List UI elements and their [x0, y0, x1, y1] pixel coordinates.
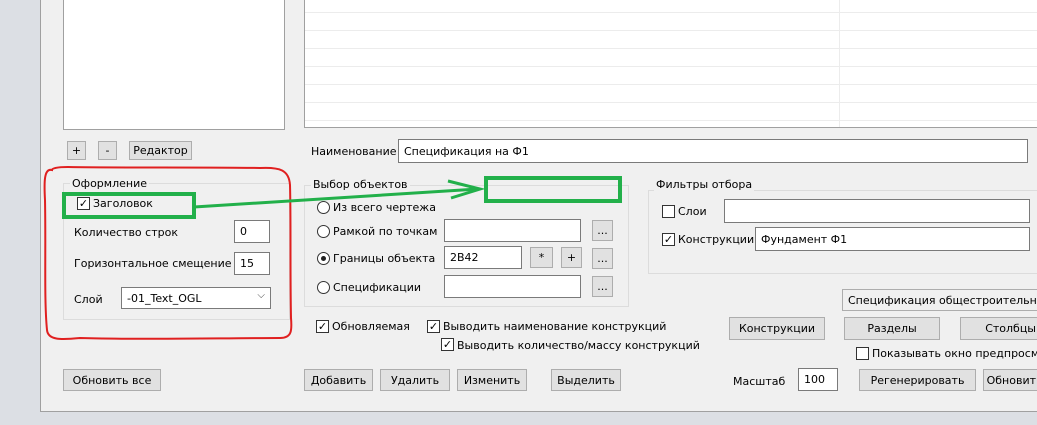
spec-type-dropdown[interactable]: Спецификация общестроительная [842, 289, 1037, 311]
radio-frame-points-label: Рамкой по точкам [333, 225, 438, 238]
show-name-checkbox-label: Выводить наименование конструкций [443, 320, 667, 333]
show-name-checkbox[interactable]: ✓ [427, 320, 440, 333]
bounds-star-button[interactable]: * [530, 247, 553, 268]
layer-select[interactable]: -01_Text_OGL ⌵ [121, 287, 271, 309]
delete-button[interactable]: Удалить [380, 369, 450, 391]
spec-list[interactable] [63, 0, 285, 130]
rows-input[interactable]: 0 [234, 220, 270, 243]
chevron-down-icon: ⌵ [257, 290, 265, 301]
constructions-checkbox-label: Конструкции [678, 233, 755, 246]
updatable-checkbox-label: Обновляемая [332, 320, 410, 333]
show-preview-checkbox[interactable] [856, 347, 869, 360]
show-qty-checkbox[interactable]: ✓ [441, 338, 454, 351]
header-checkbox[interactable]: ✓ [77, 197, 90, 210]
update-all-button[interactable]: Обновить все [63, 369, 161, 391]
spec-grid[interactable] [304, 0, 1037, 128]
columns-button[interactable]: Столбцы [960, 317, 1037, 340]
name-input[interactable]: Спецификация на Ф1 [398, 139, 1028, 163]
radio-whole-drawing[interactable] [317, 201, 330, 214]
radio-object-bounds-label: Границы объекта [333, 252, 436, 265]
update-button[interactable]: Обновит [983, 369, 1037, 391]
layers-checkbox-label: Слои [678, 205, 707, 218]
object-bounds-input[interactable]: 2B42 [444, 246, 522, 269]
editor-button[interactable]: Редактор [129, 141, 192, 160]
scale-label: Масштаб [733, 375, 786, 388]
updatable-checkbox[interactable]: ✓ [316, 320, 329, 333]
frame-points-browse-button[interactable]: ... [592, 220, 613, 241]
radio-object-bounds[interactable] [317, 252, 330, 265]
spec-window: + - Редактор Оформление ✓ Заголовок Коли… [40, 0, 1037, 412]
radio-frame-points[interactable] [317, 225, 330, 238]
scale-input[interactable]: 100 [798, 368, 838, 391]
radio-whole-drawing-label: Из всего чертежа [333, 201, 436, 214]
hoffset-label: Горизонтальное смещение [74, 257, 232, 270]
layer-select-value: -01_Text_OGL [127, 291, 202, 305]
layer-label: Слой [74, 293, 103, 306]
filters-group-title: Фильтры отбора [654, 178, 755, 191]
header-checkbox-label: Заголовок [93, 197, 153, 210]
design-group-title: Оформление [70, 177, 149, 190]
hoffset-input[interactable]: 15 [234, 252, 270, 275]
show-preview-checkbox-label: Показывать окно предпросмот [872, 347, 1037, 360]
regenerate-button[interactable]: Регенерировать [859, 369, 976, 391]
specifications-input[interactable] [444, 275, 581, 298]
edit-button[interactable]: Изменить [457, 369, 527, 391]
add-item-button[interactable]: + [67, 141, 86, 160]
constructions-checkbox[interactable]: ✓ [662, 233, 675, 246]
rows-label: Количество строк [74, 226, 178, 239]
sections-button[interactable]: Разделы [844, 317, 940, 340]
selection-group-title: Выбор объектов [311, 178, 410, 191]
radio-specifications[interactable] [317, 281, 330, 294]
radio-specifications-label: Спецификации [333, 281, 421, 294]
remove-item-button[interactable]: - [98, 141, 117, 160]
constructions-input[interactable]: Фундамент Ф1 [755, 227, 1030, 251]
constructions-button[interactable]: Конструкции [729, 317, 825, 340]
bounds-add-button[interactable]: + [561, 247, 582, 268]
layers-input[interactable] [724, 199, 1030, 223]
add-button[interactable]: Добавить [304, 369, 373, 391]
layers-checkbox[interactable] [662, 205, 675, 218]
name-label: Наименование [311, 145, 397, 158]
bounds-browse-button[interactable]: ... [592, 248, 613, 269]
specifications-browse-button[interactable]: ... [592, 276, 613, 297]
select-button[interactable]: Выделить [551, 369, 621, 391]
frame-points-input[interactable] [444, 219, 581, 242]
show-qty-checkbox-label: Выводить количество/массу конструкций [457, 339, 700, 352]
